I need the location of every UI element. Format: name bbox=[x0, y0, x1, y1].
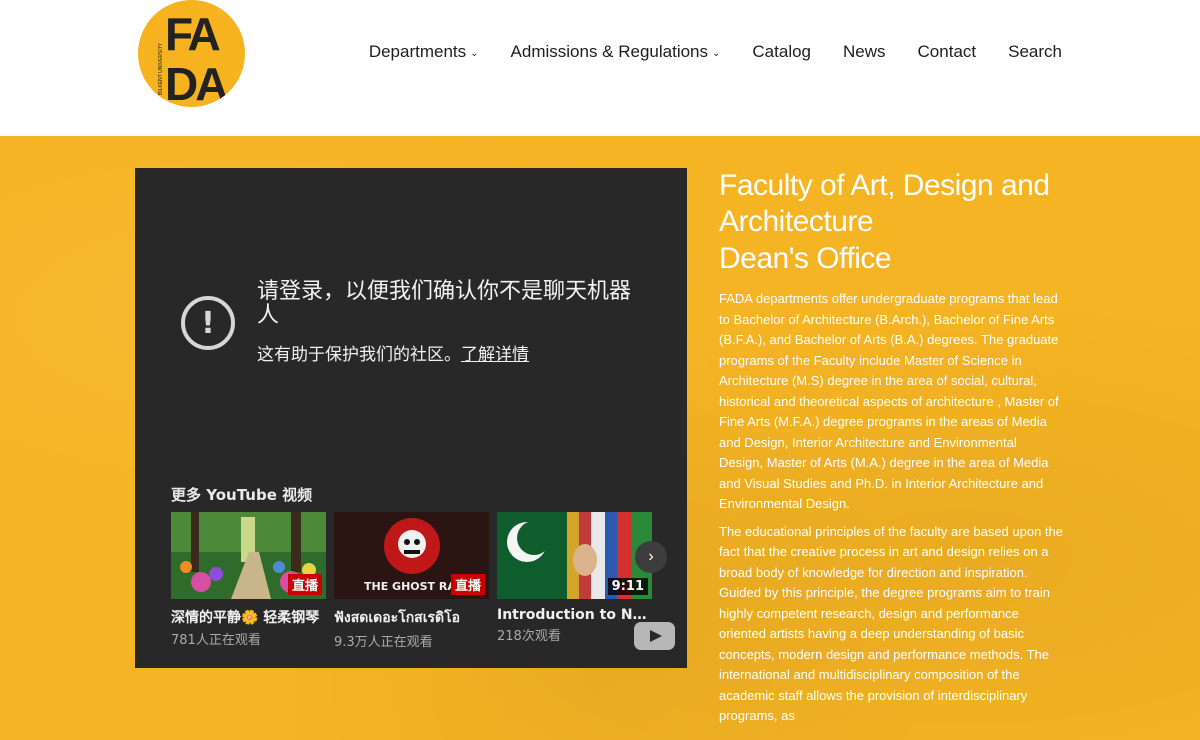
play-icon bbox=[650, 630, 662, 642]
live-badge: 直播 bbox=[287, 574, 322, 595]
alert-title: 请登录，以便我们确认你不是聊天机器人 bbox=[257, 279, 632, 328]
ghost-radio-logo-text: THE GHOST RAD bbox=[364, 580, 465, 593]
nav-search[interactable]: Search bbox=[1008, 42, 1062, 62]
video-title-3: Introduction to North bbox=[497, 607, 652, 623]
alert-subtitle-text: 这有助于保护我们的社区。 bbox=[257, 345, 461, 365]
video-thumbnails: 直播 深情的平静🌼 轻柔钢琴 781人正在观看 THE GHOST RAD 直播… bbox=[171, 512, 652, 650]
video-card-2[interactable]: THE GHOST RAD 直播 ฟังสดเดอะโกสเรดิโอ 9.3万… bbox=[334, 512, 489, 650]
nav-catalog-label: Catalog bbox=[752, 42, 812, 61]
dean-office-content: Faculty of Art, Design and Architecture … bbox=[719, 168, 1064, 727]
video-card-1[interactable]: 直播 深情的平静🌼 轻柔钢琴 781人正在观看 bbox=[171, 512, 326, 650]
live-badge: 直播 bbox=[450, 574, 485, 595]
youtube-logo-icon[interactable] bbox=[634, 622, 675, 650]
chevron-down-icon: ⌄ bbox=[712, 47, 721, 59]
fada-logo[interactable]: FA DA BILKENT UNIVERSITY bbox=[138, 0, 245, 107]
nav-departments-label: Departments bbox=[368, 42, 467, 61]
nav-news[interactable]: News bbox=[843, 42, 886, 62]
nav-admissions-label: Admissions & Regulations bbox=[510, 42, 709, 61]
nav-search-label: Search bbox=[1008, 42, 1062, 61]
nav-contact-label: Contact bbox=[917, 42, 977, 61]
video-card-3[interactable]: 9:11 Introduction to North 218次观看 bbox=[497, 512, 652, 650]
alert-icon: ! bbox=[181, 296, 235, 350]
video-title-1: 深情的平静🌼 轻柔钢琴 bbox=[171, 610, 320, 626]
logo-da: DA bbox=[165, 58, 227, 107]
site-header: FA DA BILKENT UNIVERSITY Departments ⌄ A… bbox=[0, 0, 1200, 136]
chevron-right-icon: › bbox=[648, 548, 654, 565]
video-thumbnail-2: THE GHOST RAD 直播 bbox=[334, 512, 489, 599]
carousel-next-button[interactable]: › bbox=[635, 541, 667, 573]
faculty-title: Faculty of Art, Design and Architecture bbox=[719, 169, 1050, 238]
video-thumbnail-1: 直播 bbox=[171, 512, 326, 599]
video-title-2: ฟังสดเดอะโกสเรดิโอ bbox=[334, 610, 461, 626]
logo-university: BILKENT UNIVERSITY bbox=[158, 42, 164, 95]
main-nav: Departments ⌄ Admissions & Regulations ⌄… bbox=[337, 42, 1062, 62]
learn-more-link[interactable]: 了解详情 bbox=[461, 345, 529, 365]
page-subtitle: Dean's Office bbox=[719, 242, 892, 275]
more-videos-title: 更多 YouTube 视频 bbox=[171, 486, 313, 504]
video-thumbnail-3: 9:11 bbox=[497, 512, 652, 599]
fada-logo-mark: FA DA BILKENT UNIVERSITY bbox=[158, 8, 230, 107]
youtube-embed[interactable]: ! 请登录，以便我们确认你不是聊天机器人 这有助于保护我们的社区。了解详情 更多… bbox=[135, 168, 687, 668]
intro-paragraph-1: FADA departments offer undergraduate pro… bbox=[719, 291, 1059, 511]
alert-subtitle: 这有助于保护我们的社区。了解详情 bbox=[257, 340, 529, 365]
intro-paragraph-2: The educational principles of the facult… bbox=[719, 523, 1064, 724]
video-meta-1: 781人正在观看 bbox=[171, 633, 261, 648]
nav-departments[interactable]: Departments ⌄ bbox=[369, 42, 479, 62]
logo-fa: FA bbox=[165, 8, 220, 60]
duration-badge: 9:11 bbox=[607, 578, 648, 595]
nav-contact[interactable]: Contact bbox=[918, 42, 977, 62]
nav-news-label: News bbox=[843, 42, 886, 61]
video-meta-2: 9.3万人正在观看 bbox=[334, 635, 433, 650]
chevron-down-icon: ⌄ bbox=[470, 47, 479, 59]
nav-catalog[interactable]: Catalog bbox=[752, 42, 811, 62]
nav-admissions[interactable]: Admissions & Regulations ⌄ bbox=[511, 42, 721, 62]
video-meta-3: 218次观看 bbox=[497, 629, 561, 644]
